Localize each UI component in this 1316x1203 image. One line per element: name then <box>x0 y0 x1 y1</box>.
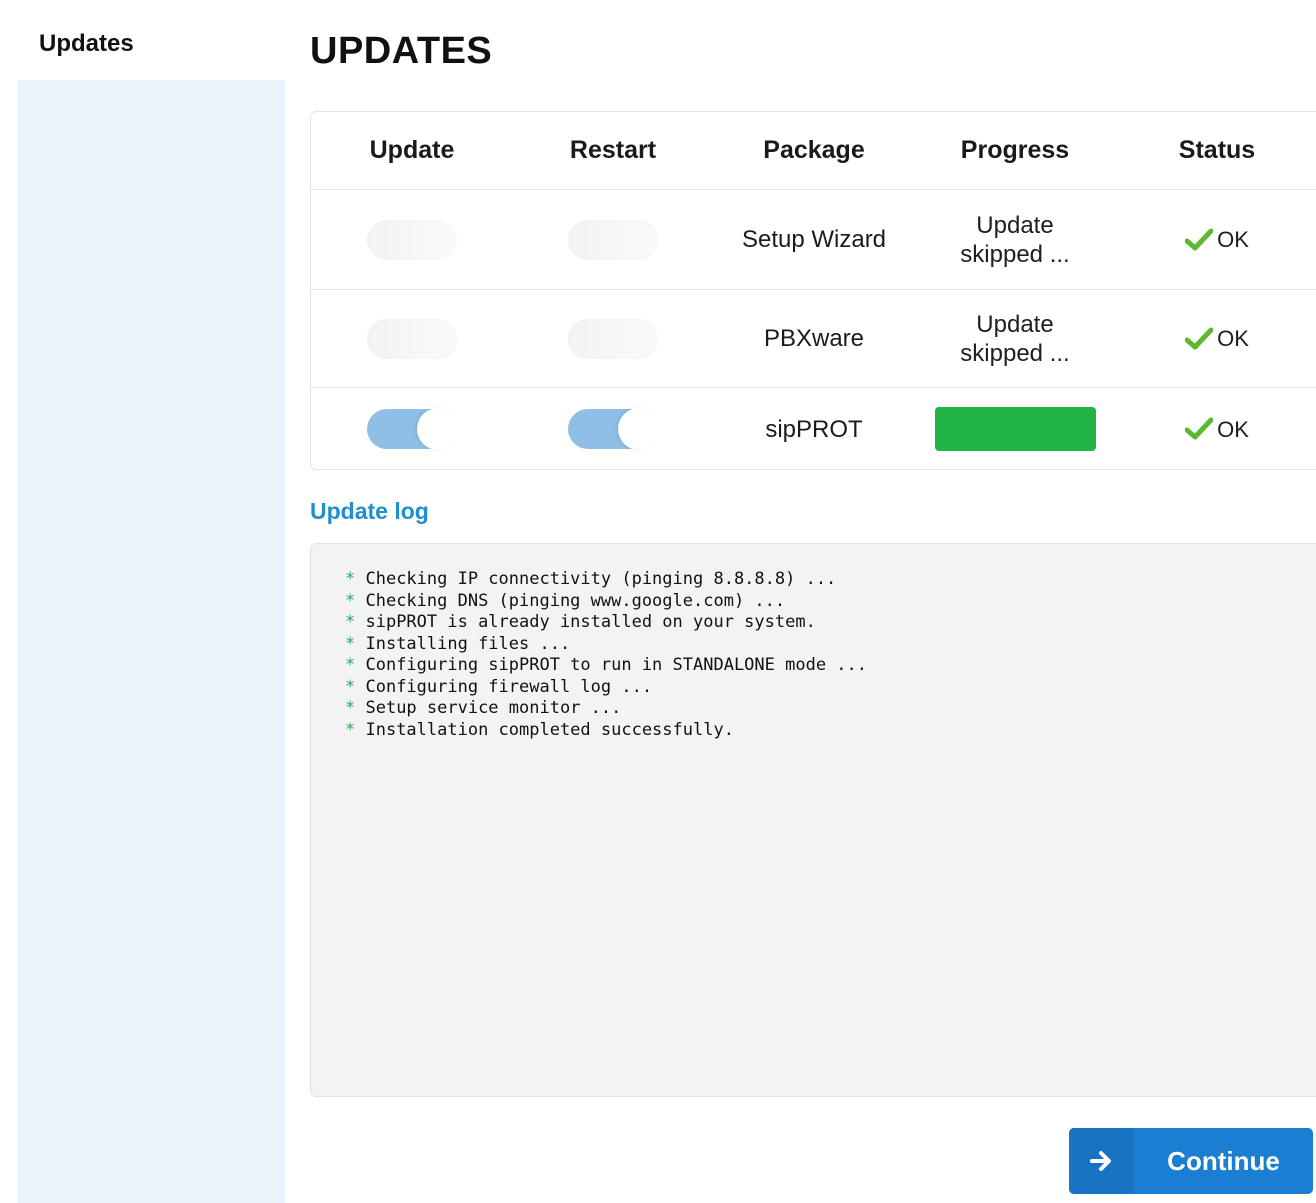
toggle-knob <box>618 408 660 450</box>
log-bullet: * <box>345 633 356 654</box>
log-bullet: * <box>345 719 356 740</box>
update-cell <box>312 388 512 470</box>
log-bullet: * <box>345 590 356 611</box>
updates-table: Update Restart Package Progress Status S… <box>310 111 1316 470</box>
log-line: * Checking DNS (pinging www.google.com) … <box>345 591 867 613</box>
log-text: Installing files ... <box>355 633 571 654</box>
log-bullet: * <box>345 698 356 718</box>
progress-cell: Update skipped ... <box>915 190 1115 289</box>
progress-cell: Update skipped ... <box>915 290 1115 387</box>
continue-label: Continue <box>1167 1145 1280 1176</box>
sidebar-title: Updates <box>39 30 134 57</box>
log-bullet: * <box>345 655 356 675</box>
progress-text: Update skipped ... <box>960 211 1070 268</box>
toggle-knob <box>417 408 459 450</box>
log-lines: * Checking IP connectivity (pinging 8.8.… <box>345 569 867 741</box>
page-title: UPDATES <box>310 30 493 72</box>
update-log-box[interactable]: * Checking IP connectivity (pinging 8.8.… <box>310 543 1316 1097</box>
log-text: Configuring sipPROT to run in STANDALONE… <box>355 655 867 675</box>
update-cell <box>312 190 512 289</box>
status-cell: OK <box>1117 190 1316 289</box>
restart-toggle[interactable] <box>568 219 658 260</box>
status-text: OK <box>1217 227 1249 252</box>
table-row: Setup Wizard Update skipped ... OK <box>311 190 1316 290</box>
table-row: sipPROT OK <box>311 388 1316 470</box>
status-cell: OK <box>1117 388 1316 470</box>
arrow-right-icon <box>1089 1151 1111 1171</box>
log-line: * Checking IP connectivity (pinging 8.8.… <box>345 569 867 591</box>
log-line: * Configuring firewall log ... <box>345 677 867 699</box>
status-ok: OK <box>1185 324 1249 353</box>
update-toggle[interactable] <box>367 219 457 260</box>
log-text: Checking DNS (pinging www.google.com) ..… <box>355 590 786 611</box>
sidebar-panel <box>18 80 285 1203</box>
status-text: OK <box>1217 416 1249 442</box>
check-icon <box>1185 228 1214 250</box>
restart-toggle[interactable] <box>568 318 658 359</box>
log-text: Installation completed successfully. <box>355 719 734 740</box>
header-update: Update <box>369 136 455 164</box>
status-ok: OK <box>1185 415 1249 444</box>
header-package: Package <box>763 136 865 164</box>
progress-bar <box>934 407 1096 451</box>
status-ok: OK <box>1185 225 1249 254</box>
log-line: * sipPROT is already installed on your s… <box>345 612 867 634</box>
log-text: Setup service monitor ... <box>355 698 622 718</box>
check-icon <box>1185 417 1214 440</box>
log-text: sipPROT is already installed on your sys… <box>355 612 816 632</box>
package-name: Setup Wizard <box>741 226 887 253</box>
continue-button[interactable]: Continue <box>1069 1128 1313 1194</box>
log-bullet: * <box>345 676 356 697</box>
package-name: sipPROT <box>765 415 863 443</box>
package-name: PBXware <box>763 325 865 352</box>
log-line: * Setup service monitor ... <box>345 698 867 720</box>
log-line: * Installing files ... <box>345 634 867 656</box>
status-text: OK <box>1217 326 1249 351</box>
header-status: Status <box>1178 136 1256 164</box>
check-icon <box>1185 327 1214 349</box>
table-header-row: Update Restart Package Progress Status <box>311 112 1316 190</box>
continue-icon-area <box>1069 1128 1134 1194</box>
progress-cell <box>915 388 1115 470</box>
log-text: Configuring firewall log ... <box>355 676 653 697</box>
update-toggle[interactable] <box>367 408 459 450</box>
restart-cell <box>513 290 713 387</box>
update-cell <box>312 290 512 387</box>
header-restart: Restart <box>569 136 657 164</box>
restart-toggle[interactable] <box>568 408 660 450</box>
header-progress: Progress <box>960 136 1070 164</box>
log-bullet: * <box>345 612 356 632</box>
table-row: PBXware Update skipped ... OK <box>311 290 1316 388</box>
restart-cell <box>513 388 713 470</box>
log-text: Checking IP connectivity (pinging 8.8.8.… <box>355 569 837 589</box>
log-line: * Installation completed successfully. <box>345 720 867 742</box>
log-line: * Configuring sipPROT to run in STANDALO… <box>345 655 867 677</box>
progress-fill <box>934 407 1096 451</box>
log-bullet: * <box>345 569 356 589</box>
restart-cell <box>513 190 713 289</box>
update-toggle[interactable] <box>367 318 457 359</box>
update-log-heading: Update log <box>310 498 429 524</box>
progress-text: Update skipped ... <box>960 310 1070 367</box>
status-cell: OK <box>1117 290 1316 387</box>
